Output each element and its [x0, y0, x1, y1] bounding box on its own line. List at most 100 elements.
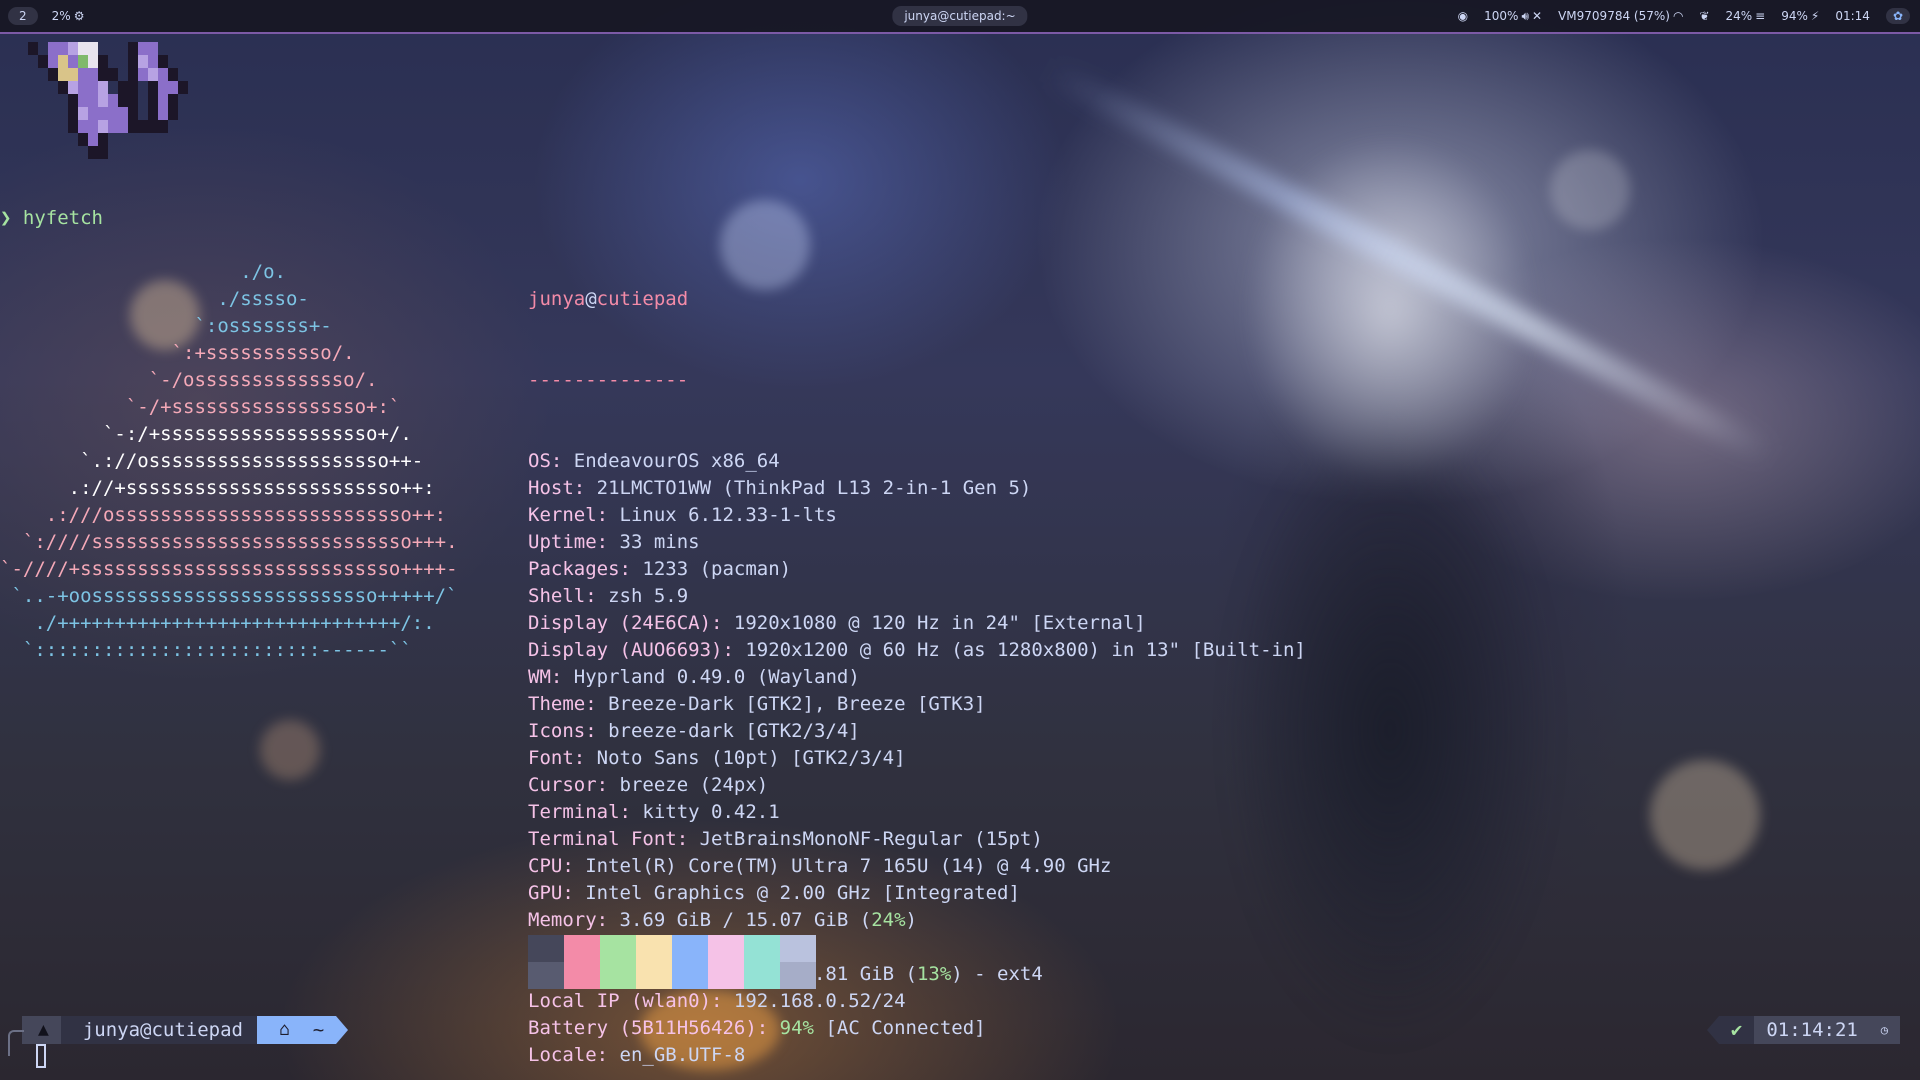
- info-value: en_GB.UTF-8: [619, 1044, 746, 1066]
- info-value: 1920x1080 @ 120 Hz in 24" [External]: [733, 612, 1146, 634]
- info-value: Noto Sans (10pt) [GTK2/3/4]: [596, 747, 906, 769]
- info-row: Uptime: 33 mins: [528, 531, 700, 553]
- endeavouros-icon: ▲: [38, 1019, 49, 1040]
- info-key: Font: [528, 747, 574, 769]
- status-ok: ✔: [1718, 1016, 1755, 1044]
- info-value: EndeavourOS x86_64: [573, 450, 780, 472]
- ascii-logo-line: ./sssso-: [0, 288, 309, 310]
- command-text: hyfetch: [22, 207, 103, 229]
- info-key: OS: [528, 450, 551, 472]
- info-value: 21LMCTO1WW (ThinkPad L13 2-in-1 Gen 5): [596, 477, 1032, 499]
- info-value: 3.69 GiB / 15.07 GiB (: [619, 909, 872, 931]
- os-segment: ▲: [22, 1016, 61, 1044]
- info-key: Memory: [528, 909, 597, 931]
- info-value: zsh 5.9: [608, 585, 689, 607]
- info-row: Font: Noto Sans (10pt) [GTK2/3/4]: [528, 747, 906, 769]
- info-row: Host: 21LMCTO1WW (ThinkPad L13 2-in-1 Ge…: [528, 477, 1032, 499]
- palette-swatch: [528, 935, 564, 989]
- ascii-logo-line: `-/+sssssssssssssssso+:`: [0, 396, 401, 418]
- palette-swatch: [600, 935, 636, 989]
- palette-swatch: [636, 935, 672, 989]
- user-host-segment: junya@cutiepad: [60, 1016, 257, 1044]
- info-value: JetBrainsMonoNF-Regular (15pt): [699, 828, 1043, 850]
- info-value: 1920x1200 @ 60 Hz (as 1280x800) in 13" […: [745, 639, 1306, 661]
- previous-command: ❯ hyfetch: [0, 207, 103, 229]
- info-value: Intel Graphics @ 2.00 GHz [Integrated]: [585, 882, 1020, 904]
- prompt-corner: [8, 1030, 24, 1056]
- info-title: junya@cutiepad: [528, 288, 689, 310]
- shell-prompt: ▲ junya@cutiepad ⌂ ~: [22, 1016, 349, 1044]
- palette-swatch: [564, 935, 600, 989]
- info-row: Memory: 3.69 GiB / 15.07 GiB (24%): [528, 909, 917, 931]
- info-value: 192.168.0.52/24: [733, 990, 906, 1012]
- palette-swatch: [708, 935, 744, 989]
- palette-swatch: [780, 935, 816, 989]
- info-row: Local IP (wlan0): 192.168.0.52/24: [528, 990, 906, 1012]
- info-percent: 24%: [871, 909, 906, 931]
- info-value: Linux 6.12.33-1-lts: [619, 504, 837, 526]
- info-key: GPU: [528, 882, 563, 904]
- info-row: Terminal Font: JetBrainsMonoNF-Regular (…: [528, 828, 1043, 850]
- text-cursor[interactable]: [36, 1044, 46, 1068]
- ascii-logo-line: `-////+ssssssssssssssssssssssssssso++++-: [0, 558, 458, 580]
- info-value: breeze-dark [GTK2/3/4]: [608, 720, 860, 742]
- info-key: Display (24E6CA): [528, 612, 712, 634]
- info-key: Cursor: [528, 774, 597, 796]
- palette-swatch: [744, 935, 780, 989]
- info-key: Shell: [528, 585, 586, 607]
- info-value: 1233 (pacman): [642, 558, 792, 580]
- info-key: Local IP (wlan0): [528, 990, 712, 1012]
- ascii-logo-line: `:osssssss+-: [0, 315, 332, 337]
- info-row: Kernel: Linux 6.12.33-1-lts: [528, 504, 837, 526]
- palette-swatch: [672, 935, 708, 989]
- info-row: WM: Hyprland 0.49.0 (Wayland): [528, 666, 860, 688]
- clock-icon: ◷: [1880, 1023, 1888, 1037]
- ascii-logo-line: `-/ossssssssssssso/.: [0, 369, 378, 391]
- prompt-time: 01:14:21 ◷: [1754, 1016, 1900, 1044]
- info-row: Packages: 1233 (pacman): [528, 558, 792, 580]
- info-row: Shell: zsh 5.9: [528, 585, 689, 607]
- ascii-logo-line: .:///ossssssssssssssssssssssssso++:: [0, 504, 447, 526]
- info-value: kitty 0.42.1: [642, 801, 780, 823]
- info-value: Breeze-Dark [GTK2], Breeze [GTK3]: [608, 693, 986, 715]
- shell-right-prompt: ✔ 01:14:21 ◷: [1706, 1016, 1900, 1044]
- ascii-logo-line: `:////ssssssssssssssssssssssssssso+++.: [0, 531, 458, 553]
- home-icon: ⌂: [279, 1019, 290, 1040]
- info-row: Cursor: breeze (24px): [528, 774, 769, 796]
- directory-segment: ⌂ ~: [257, 1016, 337, 1044]
- info-key: Terminal Font: [528, 828, 677, 850]
- info-value: Hyprland 0.49.0 (Wayland): [573, 666, 860, 688]
- info-key: Locale: [528, 1044, 597, 1066]
- info-key: Battery (5B11H56426): [528, 1017, 757, 1039]
- info-value: 33 mins: [619, 531, 700, 553]
- info-row: Display (24E6CA): 1920x1080 @ 120 Hz in …: [528, 612, 1146, 634]
- info-row: Icons: breeze-dark [GTK2/3/4]: [528, 720, 860, 742]
- info-row: OS: EndeavourOS x86_64: [528, 450, 780, 472]
- info-key: Icons: [528, 720, 586, 742]
- info-value: breeze (24px): [619, 774, 769, 796]
- info-separator: --------------: [528, 369, 689, 391]
- info-key: Terminal: [528, 801, 620, 823]
- info-key: WM: [528, 666, 551, 688]
- info-percent: 94%: [779, 1017, 814, 1039]
- info-key: Host: [528, 477, 574, 499]
- system-info: junya@cutiepad -------------- OS: Endeav…: [528, 232, 1306, 1066]
- info-row: Locale: en_GB.UTF-8: [528, 1044, 746, 1066]
- ascii-logo-line: .://+ssssssssssssssssssssssso++:: [0, 477, 435, 499]
- ascii-logo-line: `-:/+sssssssssssssssssso+/.: [0, 423, 412, 445]
- ascii-logo-line: `.://osssssssssssssssssssso++-: [0, 450, 424, 472]
- color-palette: [528, 935, 816, 989]
- ascii-logo-line: `:+sssssssssso/.: [0, 342, 355, 364]
- info-row: Theme: Breeze-Dark [GTK2], Breeze [GTK3]: [528, 693, 986, 715]
- info-key: Packages: [528, 558, 620, 580]
- info-value: Intel(R) Core(TM) Ultra 7 165U (14) @ 4.…: [585, 855, 1112, 877]
- ascii-logo-line: `:::::::::::::::::::::::::------``: [0, 639, 412, 661]
- info-key: CPU: [528, 855, 563, 877]
- ascii-logo: ./o. ./sssso- `:osssssss+- `:+ssssssssss…: [0, 259, 458, 664]
- info-key: Uptime: [528, 531, 597, 553]
- terminal-window[interactable]: ❯ hyfetch ./o. ./sssso- `:osssssss+- `:+…: [0, 0, 1920, 1080]
- info-percent: 13%: [916, 963, 952, 985]
- info-row: GPU: Intel Graphics @ 2.00 GHz [Integrat…: [528, 882, 1020, 904]
- ascii-logo-line: ./++++++++++++++++++++++++++++++/:.: [0, 612, 435, 634]
- info-row: CPU: Intel(R) Core(TM) Ultra 7 165U (14)…: [528, 855, 1112, 877]
